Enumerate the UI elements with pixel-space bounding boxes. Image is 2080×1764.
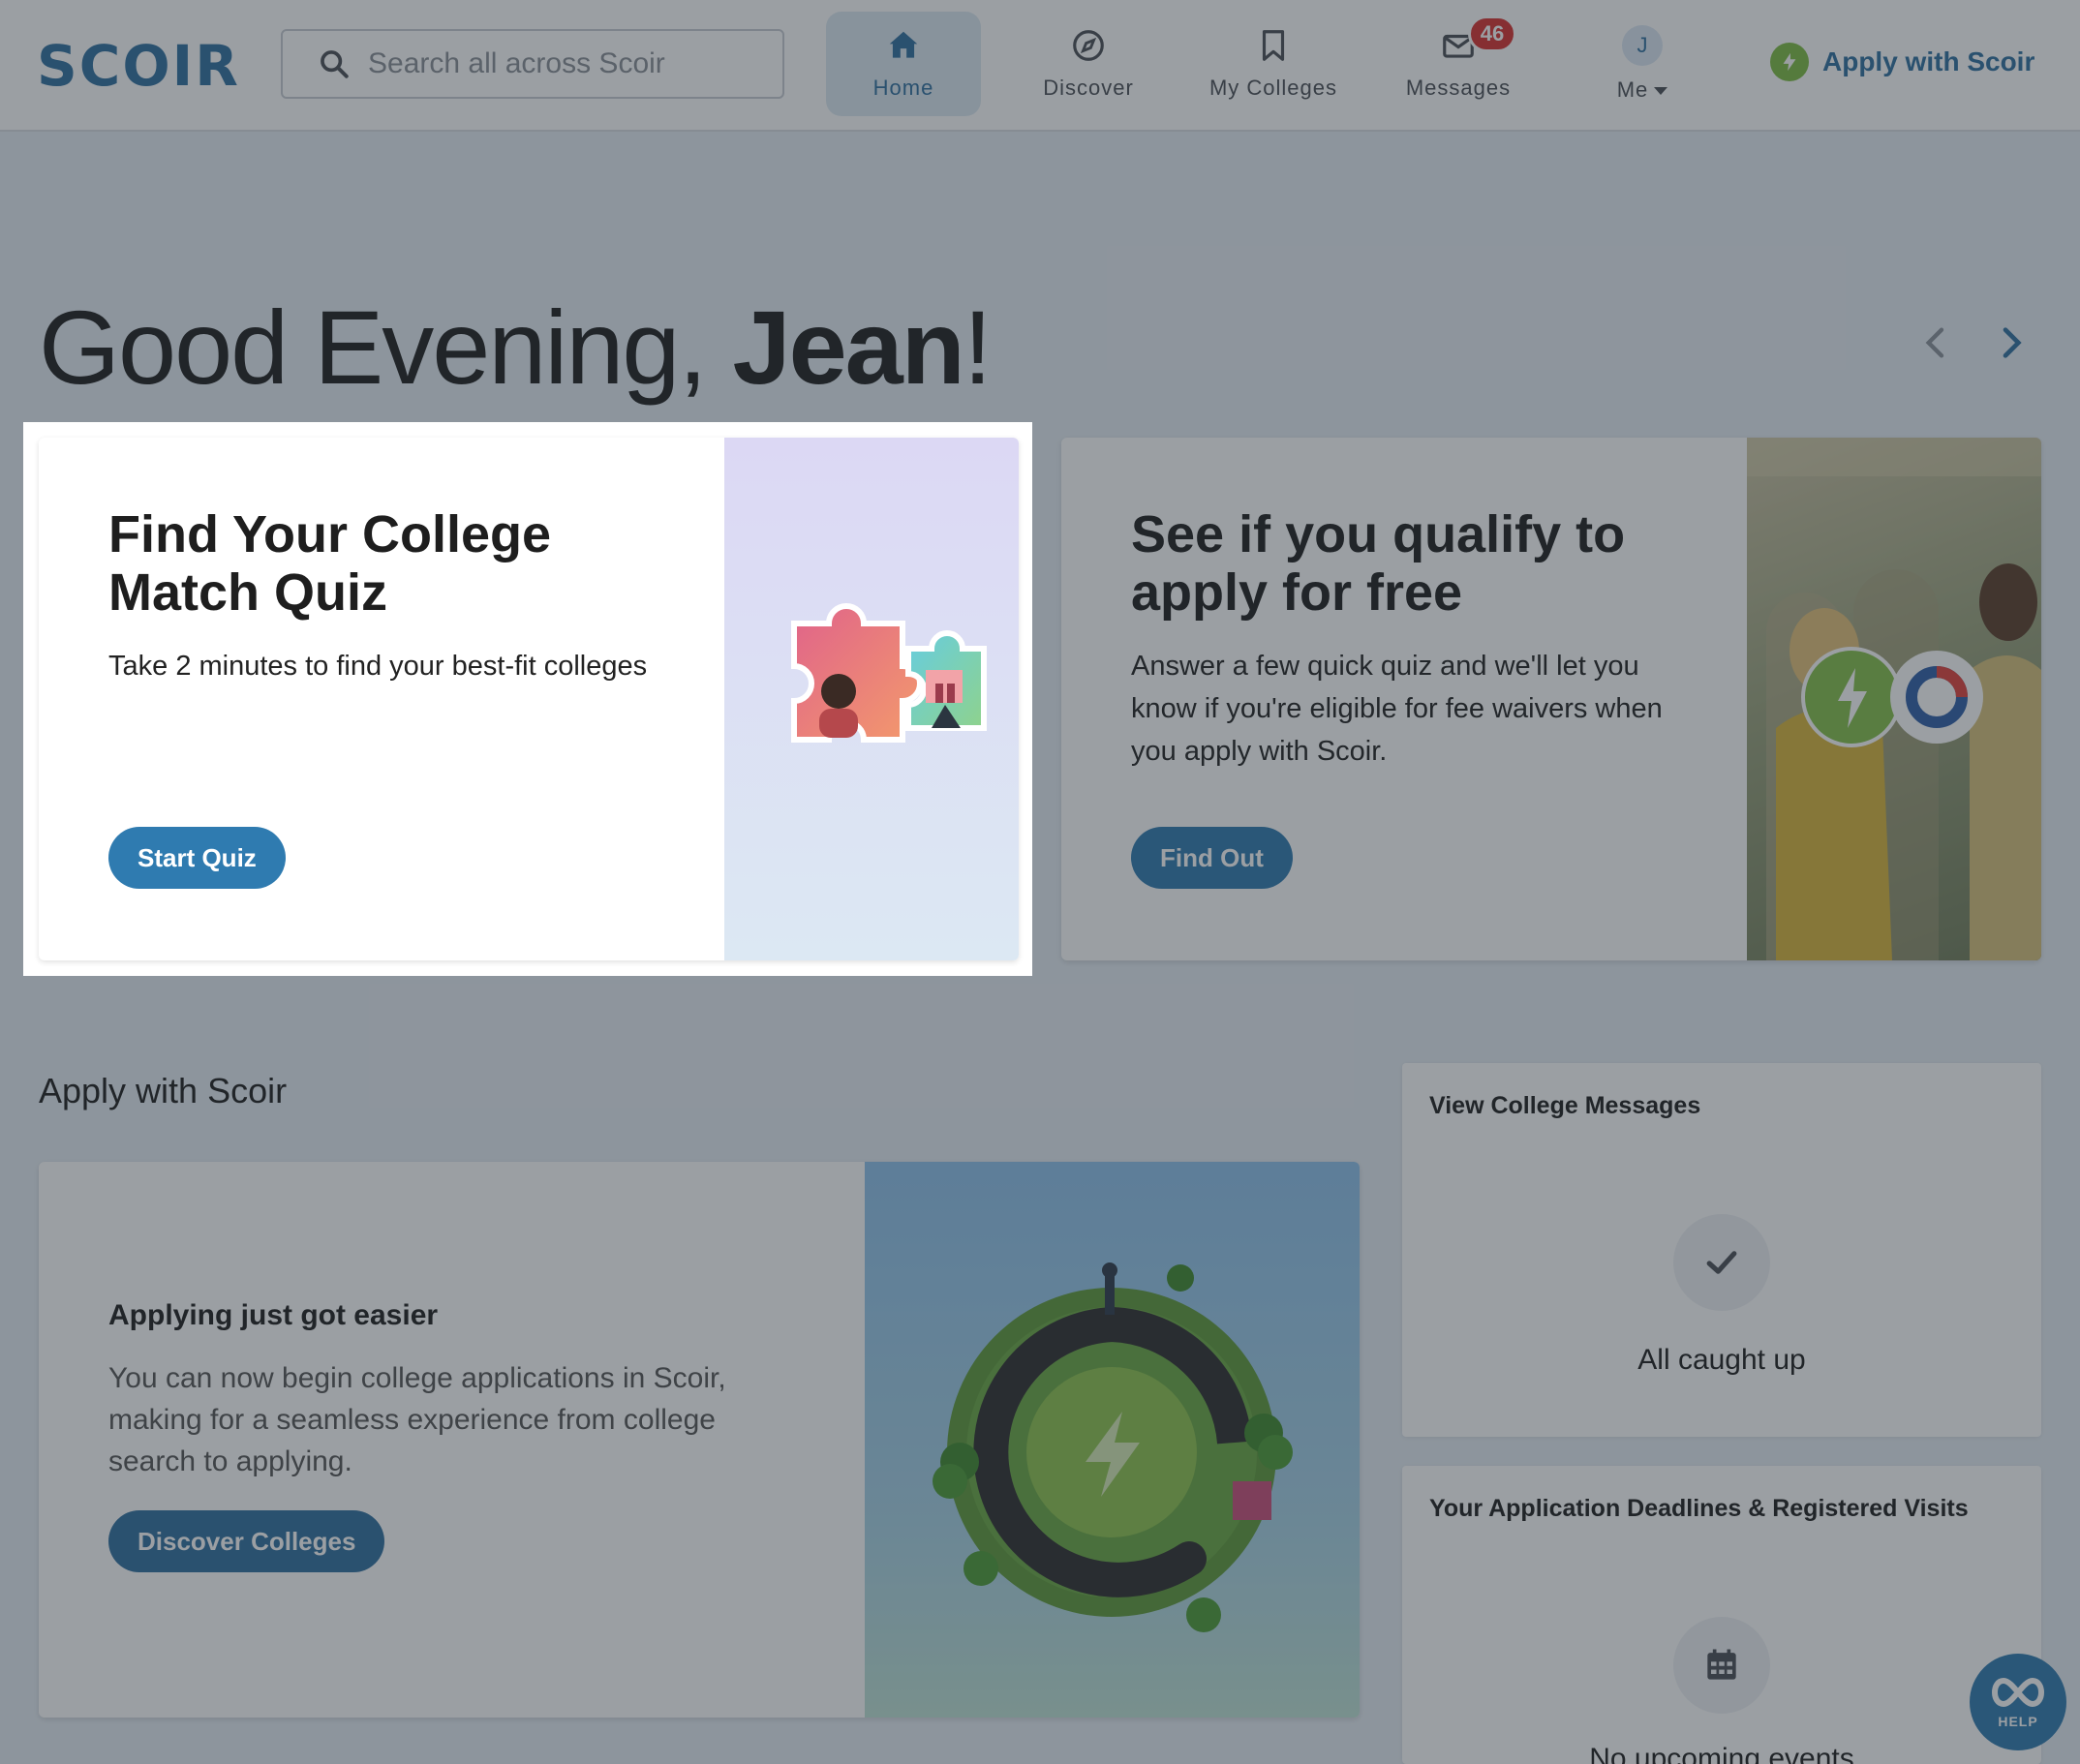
- apply-card: Applying just got easier You can now beg…: [39, 1162, 1360, 1718]
- messages-status: All caught up: [1637, 1344, 1806, 1376]
- qualify-card: See if you qualify to apply for free Ans…: [1061, 438, 2041, 960]
- quiz-card-title: Find Your College Match Quiz: [108, 505, 552, 622]
- help-label: HELP: [1998, 1714, 2038, 1729]
- avatar: J: [1622, 25, 1663, 66]
- planet-path-illustration: [865, 1162, 1360, 1718]
- scoir-logo[interactable]: SCOIR: [37, 33, 240, 99]
- messages-count-badge: 46: [1468, 15, 1516, 52]
- puzzle-pieces-illustration: [724, 438, 1019, 960]
- students-photo: [1747, 438, 2041, 960]
- start-quiz-button[interactable]: Start Quiz: [108, 827, 286, 889]
- search-icon: [321, 50, 349, 78]
- carousel-controls: [1917, 323, 2030, 362]
- nav-me-label: Me: [1617, 77, 1668, 103]
- infinity-icon: [1992, 1677, 2044, 1708]
- top-nav-bar: SCOIR Home Discover My Colleges Messages: [0, 0, 2080, 132]
- quiz-card: Find Your College Match Quiz Take 2 minu…: [39, 438, 1019, 960]
- page-title: Good Evening, Jean!: [39, 287, 993, 408]
- college-messages-title[interactable]: View College Messages: [1429, 1092, 1700, 1120]
- check-icon: [1673, 1214, 1770, 1311]
- discover-colleges-button[interactable]: Discover Colleges: [108, 1510, 385, 1572]
- home-icon: [889, 31, 918, 58]
- deadlines-panel: Your Application Deadlines & Registered …: [1402, 1466, 2041, 1764]
- apply-section-title: Apply with Scoir: [39, 1071, 288, 1110]
- help-button[interactable]: HELP: [1970, 1654, 2066, 1750]
- nav-messages[interactable]: Messages 46: [1381, 12, 1536, 116]
- chevron-left-icon[interactable]: [1917, 323, 1956, 362]
- nav-messages-label: Messages: [1405, 76, 1512, 100]
- chevron-right-icon[interactable]: [1991, 323, 2030, 362]
- nav-home[interactable]: Home: [826, 12, 981, 116]
- qualify-card-description: Answer a few quick quiz and we'll let yo…: [1131, 651, 1663, 767]
- find-out-button[interactable]: Find Out: [1131, 827, 1293, 889]
- apply-card-heading: Applying just got easier: [108, 1299, 439, 1331]
- apply-card-body: You can now begin college applications i…: [108, 1362, 726, 1477]
- college-messages-panel: View College Messages All caught up: [1402, 1063, 2041, 1437]
- greeting-name: Jean: [732, 289, 965, 406]
- nav-home-label: Home: [872, 76, 934, 100]
- greeting-suffix: !: [963, 289, 993, 406]
- nav-discover-label: Discover: [1043, 76, 1134, 100]
- qualify-card-title: See if you qualify to apply for free: [1131, 505, 1626, 622]
- nav-discover[interactable]: Discover: [1011, 12, 1166, 116]
- search-input[interactable]: [368, 47, 775, 80]
- deadlines-status: No upcoming events: [1589, 1743, 1854, 1764]
- global-search[interactable]: [281, 29, 784, 99]
- nav-me-text: Me: [1616, 77, 1649, 102]
- nav-my-colleges-label: My Colleges: [1208, 76, 1338, 100]
- chevron-down-icon: [1654, 87, 1668, 96]
- nav-my-colleges[interactable]: My Colleges: [1196, 12, 1351, 116]
- apply-with-scoir-label: Apply with Scoir: [1822, 46, 2035, 76]
- calendar-icon: [1673, 1617, 1770, 1714]
- compass-icon: [1073, 30, 1104, 61]
- greeting-prefix: Good Evening,: [39, 289, 733, 406]
- quiz-card-description: Take 2 minutes to find your best-fit col…: [108, 651, 648, 682]
- lightning-bolt-icon: [1770, 43, 1809, 81]
- deadlines-title[interactable]: Your Application Deadlines & Registered …: [1429, 1495, 1969, 1523]
- nav-me-menu[interactable]: J Me: [1565, 12, 1720, 116]
- apply-with-scoir-link[interactable]: Apply with Scoir: [1770, 43, 2034, 81]
- bookmark-icon: [1262, 30, 1285, 61]
